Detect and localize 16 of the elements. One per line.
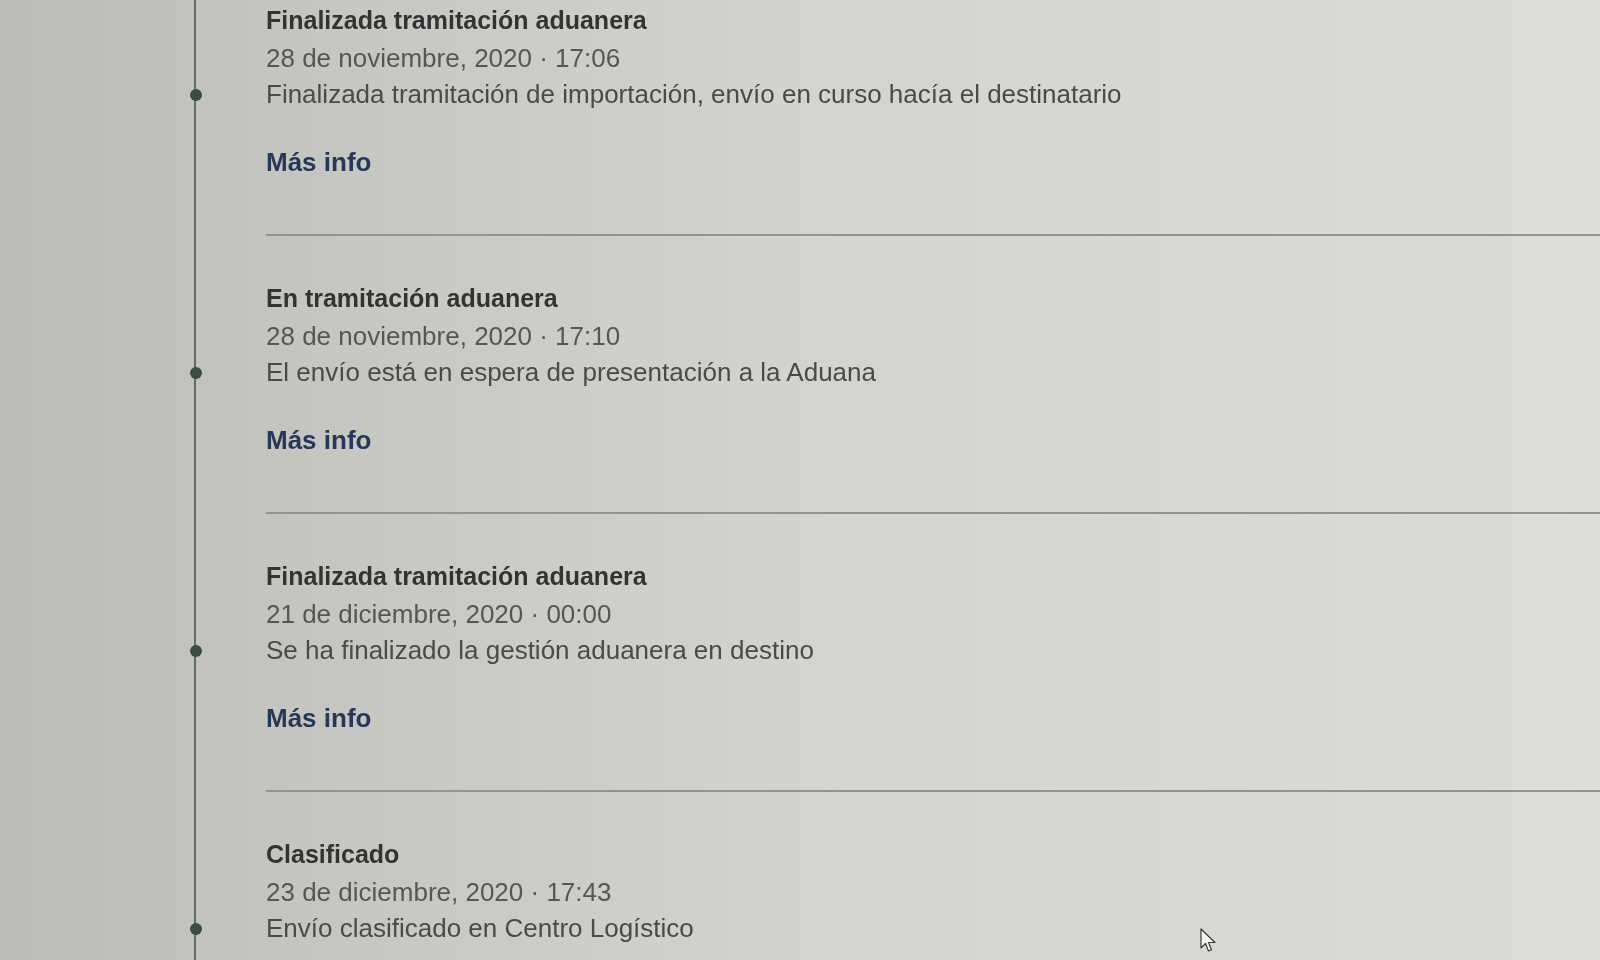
- more-info-link[interactable]: Más info: [266, 700, 372, 736]
- event-title: Clasificado: [266, 839, 400, 870]
- event-title: Finalizada tramitación aduanera: [266, 561, 647, 592]
- event-date: 21 de diciembre, 2020 · 00:00: [266, 598, 612, 631]
- event-title: En tramitación aduanera: [266, 283, 558, 314]
- event-date: 23 de diciembre, 2020 · 17:43: [266, 876, 612, 909]
- event-date: 28 de noviembre, 2020 · 17:06: [266, 42, 621, 75]
- event-description: Envío clasificado en Centro Logístico: [266, 912, 694, 945]
- mouse-pointer-icon: [1200, 928, 1216, 952]
- more-info-link[interactable]: Más info: [266, 144, 372, 180]
- event-title: Finalizada tramitación aduanera: [266, 5, 647, 36]
- event-date: 28 de noviembre, 2020 · 17:10: [266, 320, 621, 353]
- event-description: El envío está en espera de presentación a la Aduana: [266, 356, 876, 389]
- event-description: Finalizada tramitación de importación, envío en curso hacía el destinatario: [266, 78, 1122, 111]
- event-description: Se ha finalizado la gestión aduanera en destino: [266, 634, 814, 667]
- more-info-link[interactable]: Más info: [266, 422, 372, 458]
